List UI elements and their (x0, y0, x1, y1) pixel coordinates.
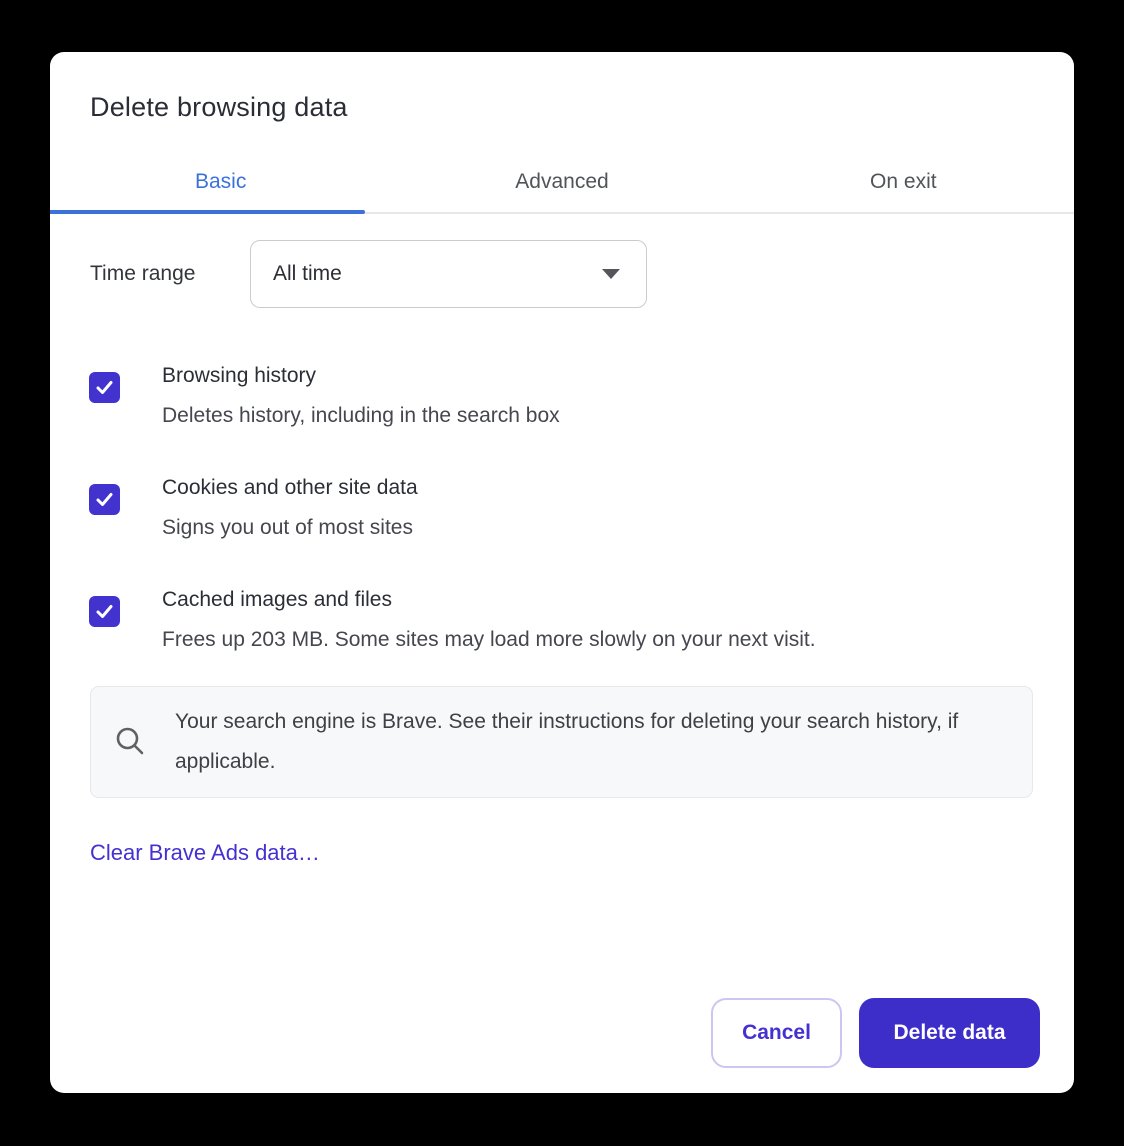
time-range-label: Time range (90, 262, 250, 286)
browsing-history-description: Deletes history, including in the search… (162, 396, 560, 436)
clear-brave-ads-data-link[interactable]: Clear Brave Ads data… (90, 840, 320, 866)
cookies-checkbox[interactable] (89, 484, 120, 515)
tab-bar: Basic Advanced On exit (50, 152, 1074, 214)
delete-data-button[interactable]: Delete data (859, 998, 1040, 1068)
dialog-title: Delete browsing data (90, 90, 348, 124)
dialog-footer: Cancel Delete data (711, 998, 1040, 1068)
tab-on-exit[interactable]: On exit (733, 152, 1074, 212)
cached-images-description: Frees up 203 MB. Some sites may load mor… (162, 620, 816, 660)
search-engine-notice-text: Your search engine is Brave. See their i… (175, 702, 1005, 782)
cached-images-title: Cached images and files (162, 580, 816, 620)
chevron-down-icon (602, 269, 620, 279)
search-engine-notice: Your search engine is Brave. See their i… (90, 686, 1033, 798)
time-range-select[interactable]: All time (250, 240, 647, 308)
browsing-history-checkbox[interactable] (89, 372, 120, 403)
search-icon (111, 723, 149, 761)
browsing-history-title: Browsing history (162, 356, 560, 396)
tab-advanced[interactable]: Advanced (391, 152, 732, 212)
tab-basic-label: Basic (195, 170, 246, 194)
cookies-description: Signs you out of most sites (162, 508, 418, 548)
cached-images-checkbox[interactable] (89, 596, 120, 627)
delete-browsing-data-dialog: Delete browsing data Basic Advanced On e… (50, 52, 1074, 1093)
tab-basic[interactable]: Basic (50, 152, 391, 212)
tab-advanced-label: Advanced (515, 170, 608, 194)
checkmark-icon (94, 489, 115, 510)
tab-on-exit-label: On exit (870, 170, 937, 194)
checkmark-icon (94, 601, 115, 622)
cancel-button[interactable]: Cancel (711, 998, 842, 1068)
cookies-title: Cookies and other site data (162, 468, 418, 508)
active-tab-indicator (50, 210, 365, 214)
time-range-row: Time range All time (90, 240, 647, 308)
time-range-selected-value: All time (273, 262, 342, 286)
checkmark-icon (94, 377, 115, 398)
